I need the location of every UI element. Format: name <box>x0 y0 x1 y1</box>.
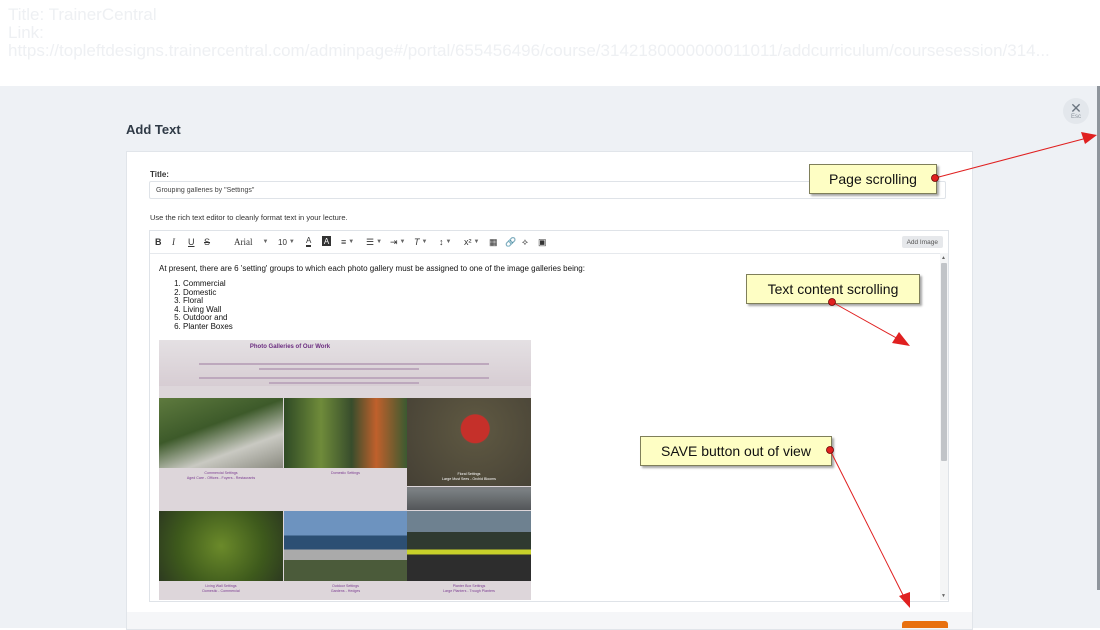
scroll-up-icon[interactable]: ▲ <box>941 255 946 261</box>
caption-text: Domestic - Commercial <box>202 589 240 593</box>
callout-text-content-scrolling: Text content scrolling <box>746 274 920 304</box>
close-icon: ✕ <box>1070 99 1082 116</box>
settings-list: Commercial Domestic Floral Living Wall O… <box>159 279 233 332</box>
intro-text: At present, there are 6 'setting' groups… <box>159 264 585 273</box>
text-color-icon[interactable]: A <box>306 236 312 247</box>
text-line <box>269 382 419 384</box>
strikethrough-icon[interactable]: S <box>204 236 210 248</box>
caption-text: Commercial Settings <box>204 471 238 475</box>
font-family-select[interactable]: Arial ▼ <box>234 236 268 248</box>
clear-format-icon[interactable]: T ▼ <box>414 236 427 248</box>
helper-text: Use the rich text editor to cleanly form… <box>150 213 348 222</box>
image-icon[interactable]: ▣ <box>538 236 547 248</box>
caption-text: Floral Settings <box>457 472 481 476</box>
photo-planter-box <box>407 511 531 581</box>
save-button[interactable] <box>902 621 948 628</box>
caption-text: Gardens - Hedges <box>330 589 361 593</box>
photo-outdoor <box>284 511 407 581</box>
caption: Outdoor Settings Gardens - Hedges <box>284 584 407 594</box>
meta-title: Title: TrainerCentral <box>8 5 157 24</box>
link-icon[interactable]: 🔗 <box>505 236 516 248</box>
meta-url: https://topleftdesigns.trainercentral.co… <box>8 41 1050 60</box>
add-text-card: Title: Use the rich text editor to clean… <box>126 151 973 630</box>
caption-text: Large Planters - Trough Planters <box>443 589 495 593</box>
browser-meta: Title: TrainerCentral Link: https://topl… <box>8 6 1050 60</box>
caption-text: Planter Box Settings <box>452 584 486 588</box>
table-icon[interactable]: ▦ <box>489 236 498 248</box>
photo-strip <box>407 490 531 510</box>
caption-text: Aged Care - Offices - Foyers - Restauran… <box>186 476 256 480</box>
bullet-list-icon[interactable]: ☰ ▼ <box>366 236 382 248</box>
meta-link-label: Link: <box>8 23 44 42</box>
photo-domestic <box>284 398 407 468</box>
align-icon[interactable]: ≡ ▼ <box>341 236 354 248</box>
photo-living-wall <box>159 511 283 581</box>
editor-toolbar: B I U S Arial ▼ 10 ▼ A A ≡ ▼ ☰ ▼ ⇥ ▼ T ▼ ↕ ▼ x²… <box>150 231 948 254</box>
caption-text: Outdoor Settings <box>332 584 359 588</box>
caption: Planter Box Settings Large Planters - Tro… <box>407 584 531 594</box>
text-line <box>199 377 489 379</box>
indent-icon[interactable]: ⇥ ▼ <box>390 236 406 248</box>
embed-icon[interactable]: ⟡ <box>522 236 528 248</box>
title-label: Title: <box>150 170 169 179</box>
card-footer <box>127 612 972 629</box>
font-family-value: Arial <box>234 237 253 247</box>
caption: Living Wall Settings Domestic - Commercia… <box>159 584 283 594</box>
esc-hint: Esc <box>1070 113 1081 120</box>
highlight-color-icon[interactable]: A <box>322 236 331 246</box>
close-button[interactable]: ✕ Esc <box>1063 98 1089 124</box>
gallery-heading: Photo Galleries of Our Work <box>249 344 331 350</box>
underline-icon[interactable]: U <box>188 236 195 248</box>
bold-icon[interactable]: B <box>155 236 162 248</box>
list-item: Planter Boxes <box>183 322 233 332</box>
modal-heading: Add Text <box>126 122 181 137</box>
superscript-icon[interactable]: x² ▼ <box>464 236 479 248</box>
gallery-screenshot-image: Photo Galleries of Our Work Commercial S… <box>159 340 531 600</box>
editor-content[interactable]: At present, there are 6 'setting' groups… <box>150 254 940 600</box>
caption: Domestic Settings <box>331 471 360 475</box>
gallery-header: Photo Galleries of Our Work <box>159 340 531 386</box>
text-line <box>259 368 419 370</box>
add-image-button[interactable]: Add Image <box>901 236 943 248</box>
line-height-icon[interactable]: ↕ ▼ <box>439 236 451 248</box>
caption: Commercial Settings Aged Care - Offices -… <box>159 471 283 481</box>
caption-text: Large Must Sees - Orchid Blooms <box>442 477 496 481</box>
photo-commercial <box>159 398 283 468</box>
font-size-value: 10 <box>278 237 287 247</box>
callout-save-out-of-view: SAVE button out of view <box>640 436 832 466</box>
caption: Floral Settings Large Must Sees - Orchid … <box>407 472 531 482</box>
text-line <box>199 363 489 365</box>
italic-icon[interactable]: I <box>172 236 175 248</box>
editor-scrollbar[interactable]: ▲ ▼ <box>940 253 948 600</box>
scrollbar-thumb[interactable] <box>941 263 947 461</box>
callout-page-scrolling: Page scrolling <box>809 164 937 194</box>
scroll-down-icon[interactable]: ▼ <box>941 593 946 599</box>
caption-text: Living Wall Settings <box>205 584 237 588</box>
font-size-select[interactable]: 10 ▼ <box>278 236 295 248</box>
